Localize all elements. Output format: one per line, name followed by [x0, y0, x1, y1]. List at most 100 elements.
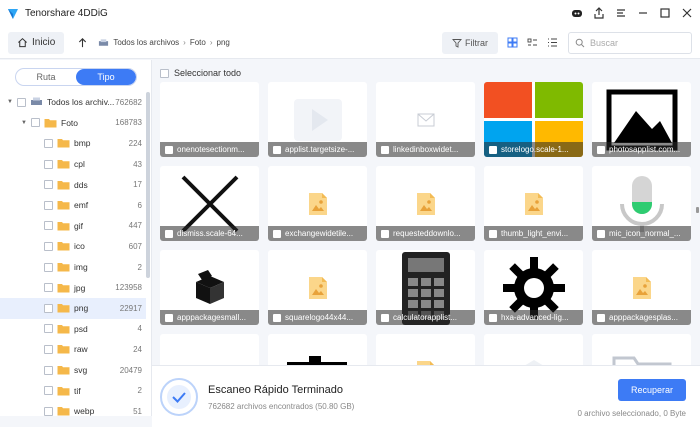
up-arrow-button[interactable] [74, 35, 90, 51]
tree-checkbox[interactable] [44, 180, 53, 190]
tree-item-webp[interactable]: webp 51 [0, 401, 146, 422]
tree-item-gif[interactable]: gif 447 [0, 216, 146, 237]
file-checkbox[interactable] [165, 145, 173, 154]
tree-item-foto[interactable]: ▼ Foto 168783 [0, 113, 146, 134]
tree-item-png[interactable]: png 22917 [0, 297, 146, 319]
tree-checkbox[interactable] [44, 159, 53, 169]
close-icon[interactable] [678, 4, 696, 22]
folder-icon [57, 221, 70, 231]
file-tile[interactable]: hxa-advanced-lig... [484, 250, 583, 325]
recover-button[interactable]: Recuperar [618, 379, 686, 401]
folder-icon [57, 365, 70, 375]
tree-checkbox[interactable] [44, 406, 53, 416]
file-caption: apppackagesmall... [160, 310, 259, 325]
file-checkbox[interactable] [597, 313, 605, 322]
file-checkbox[interactable] [273, 313, 281, 322]
select-all-checkbox[interactable] [160, 68, 169, 78]
tree-checkbox[interactable] [44, 200, 53, 210]
tree-checkbox[interactable] [31, 118, 40, 128]
tree-checkbox[interactable] [17, 97, 26, 107]
breadcrumb-item[interactable]: Foto [190, 38, 206, 47]
folder-icon [57, 303, 70, 313]
file-caption: hxa-advanced-lig... [484, 310, 583, 325]
tree-checkbox[interactable] [44, 303, 53, 313]
tree-item-raw[interactable]: raw 24 [0, 339, 146, 360]
file-tile[interactable]: requesteddownlo... [376, 166, 475, 241]
tab-tipo[interactable]: Tipo [76, 69, 136, 85]
file-checkbox[interactable] [489, 313, 497, 322]
tree-checkbox[interactable] [44, 283, 53, 293]
tree-checkbox[interactable] [44, 262, 53, 272]
tree-item-cpl[interactable]: cpl 43 [0, 154, 146, 175]
minimize-icon[interactable] [634, 4, 652, 22]
file-checkbox[interactable] [381, 145, 389, 154]
file-tile[interactable]: linkedinboxwidet... [376, 82, 475, 157]
tree-item-all[interactable]: ▼ Todos los archiv... 762682 [0, 92, 146, 113]
file-checkbox[interactable] [165, 313, 173, 322]
caret-down-icon[interactable]: ▼ [6, 99, 14, 105]
sidebar-scrollbar[interactable] [146, 92, 150, 278]
file-caption: dismiss.scale-64... [160, 226, 259, 241]
file-tile[interactable]: exchangewidetile... [268, 166, 367, 241]
select-all[interactable]: Seleccionar todo [160, 68, 241, 78]
search-input[interactable] [590, 38, 685, 48]
tree-item-jpg[interactable]: jpg 123958 [0, 277, 146, 298]
file-tile[interactable]: mic_icon_normal_... [592, 166, 691, 241]
file-checkbox[interactable] [489, 229, 497, 238]
file-tile[interactable]: apppackagesmall... [160, 250, 259, 325]
file-tile[interactable]: storelogo.scale-1... [484, 82, 583, 157]
menu-icon[interactable] [612, 4, 630, 22]
file-tile[interactable]: dismiss.scale-64... [160, 166, 259, 241]
tree-item-dds[interactable]: dds 17 [0, 174, 146, 195]
tree-item-bmp[interactable]: bmp 224 [0, 133, 146, 154]
file-tile[interactable]: apppackagesplas... [592, 250, 691, 325]
file-tile[interactable]: onenotesectionm... [160, 82, 259, 157]
file-checkbox[interactable] [381, 313, 389, 322]
breadcrumb-item[interactable]: Todos los archivos [113, 38, 179, 47]
grid-scrollbar[interactable] [696, 207, 699, 213]
file-checkbox[interactable] [597, 229, 605, 238]
tree-item-svg[interactable]: svg 20479 [0, 360, 146, 381]
tree-item-tif[interactable]: tif 2 [0, 380, 146, 401]
tree-item-emf[interactable]: emf 6 [0, 195, 146, 216]
file-checkbox[interactable] [597, 145, 605, 154]
file-tile[interactable]: squarelogo44x44... [268, 250, 367, 325]
tree-checkbox[interactable] [44, 241, 53, 251]
tree-item-count: 43 [133, 159, 142, 169]
caret-down-icon[interactable]: ▼ [20, 120, 28, 126]
assistant-icon[interactable] [568, 4, 586, 22]
select-all-label: Seleccionar todo [174, 68, 242, 78]
file-caption: squarelogo44x44... [268, 310, 367, 325]
navigation-bar: Inicio Todos los archivos › Foto › png F… [0, 27, 700, 59]
tree-checkbox[interactable] [44, 138, 53, 148]
tree-checkbox[interactable] [44, 221, 53, 231]
file-checkbox[interactable] [273, 145, 281, 154]
tree-item-ico[interactable]: ico 607 [0, 236, 146, 257]
maximize-icon[interactable] [656, 4, 674, 22]
file-caption: applist.targetsize-... [268, 142, 367, 157]
file-tile[interactable]: calculatorapplist... [376, 250, 475, 325]
file-tile[interactable]: photosapplist.com... [592, 82, 691, 157]
file-checkbox[interactable] [381, 229, 389, 238]
tree-item-psd[interactable]: psd 4 [0, 319, 146, 340]
file-tile[interactable]: applist.targetsize-... [268, 82, 367, 157]
tree-item-img[interactable]: img 2 [0, 257, 146, 278]
grid-view-icon[interactable] [505, 35, 519, 49]
tree-checkbox[interactable] [44, 386, 53, 396]
list-view-icon[interactable] [545, 35, 559, 49]
file-checkbox[interactable] [489, 145, 497, 154]
file-checkbox[interactable] [273, 229, 281, 238]
search-box [568, 32, 692, 54]
tab-ruta[interactable]: Ruta [16, 69, 76, 85]
share-icon[interactable] [590, 4, 608, 22]
detail-view-icon[interactable] [525, 35, 539, 49]
tree-checkbox[interactable] [44, 365, 53, 375]
home-button[interactable]: Inicio [8, 31, 65, 54]
tree-checkbox[interactable] [44, 324, 53, 334]
tree-item-label: bmp [74, 138, 91, 149]
breadcrumb-item[interactable]: png [217, 38, 230, 47]
filter-button[interactable]: Filtrar [442, 32, 498, 54]
file-checkbox[interactable] [165, 229, 173, 238]
file-tile[interactable]: thumb_light_envi... [484, 166, 583, 241]
tree-checkbox[interactable] [44, 344, 53, 354]
